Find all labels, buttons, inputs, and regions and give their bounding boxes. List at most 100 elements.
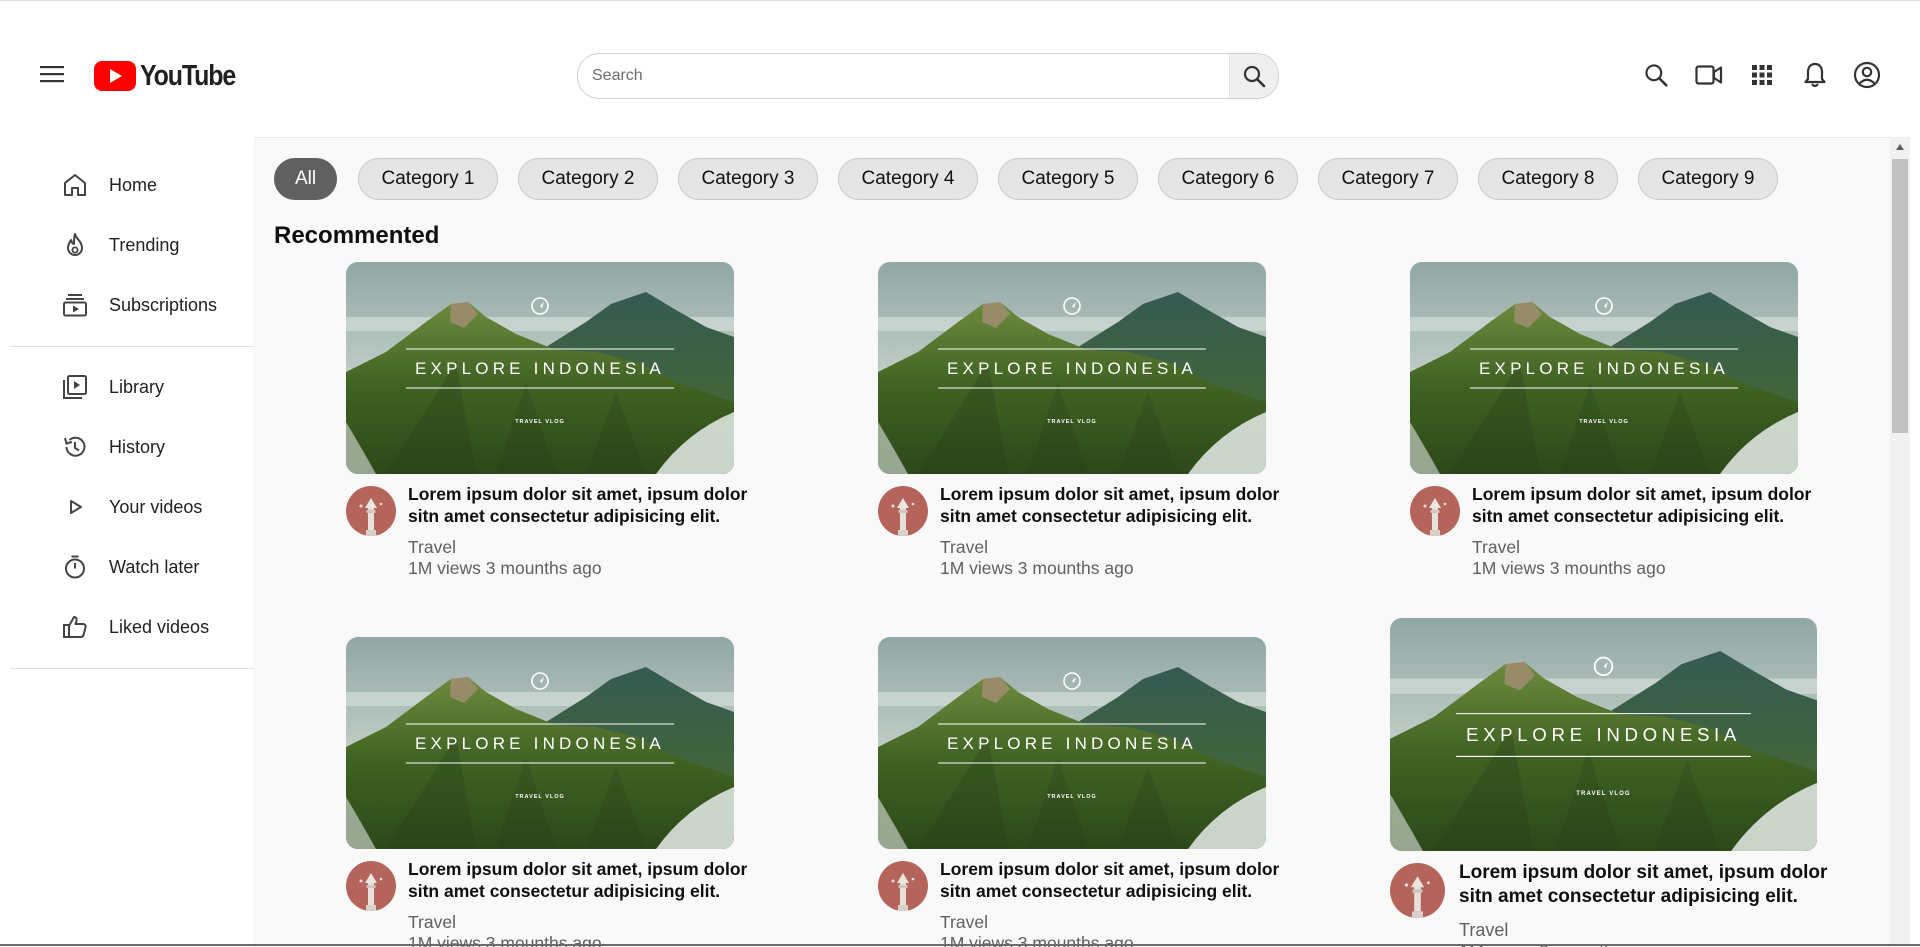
video-thumbnail[interactable]: EXPLORE INDONESIA TRAVEL VLOG	[878, 637, 1266, 849]
channel-avatar[interactable]	[878, 486, 928, 536]
menu-button[interactable]	[37, 59, 67, 89]
sidebar-item-home[interactable]: Home	[60, 165, 157, 205]
vertical-scrollbar[interactable]	[1890, 137, 1910, 946]
video-card[interactable]: EXPLORE INDONESIA TRAVEL VLOG Lorem ipsu…	[1390, 618, 1827, 947]
chip-category-5[interactable]: Category 5	[998, 158, 1138, 200]
account-button[interactable]	[1849, 57, 1885, 93]
sidebar: Home Trending Subscriptions Library Hist…	[0, 137, 254, 946]
sidebar-item-label: Trending	[109, 234, 180, 255]
video-thumbnail[interactable]: EXPLORE INDONESIA TRAVEL VLOG	[346, 637, 734, 849]
search-button[interactable]	[1229, 54, 1278, 98]
apps-button[interactable]	[1744, 57, 1780, 93]
sidebar-item-trending[interactable]: Trending	[60, 225, 179, 265]
video-thumbnail[interactable]: EXPLORE INDONESIA TRAVEL VLOG	[878, 262, 1266, 474]
subscriptions-icon	[60, 290, 90, 320]
sidebar-item-library[interactable]: Library	[60, 367, 164, 407]
chip-all[interactable]: All	[274, 158, 337, 200]
video-thumbnail[interactable]: EXPLORE INDONESIA TRAVEL VLOG	[346, 262, 734, 474]
channel-avatar[interactable]	[1390, 863, 1445, 918]
video-title[interactable]: Lorem ipsum dolor sit amet, ipsum dolor s…	[1459, 861, 1837, 909]
notifications-button[interactable]	[1797, 57, 1833, 93]
sidebar-item-watch-later[interactable]: Watch later	[60, 547, 199, 587]
search-bar	[577, 53, 1279, 99]
video-meta: 1M views 3 mounths ago	[1472, 558, 1666, 578]
menu-icon	[40, 66, 64, 83]
video-title-line: sitn amet consectetur adipisicing elit.	[1459, 885, 1798, 907]
video-meta: 1M views 3 mounths ago	[408, 558, 602, 578]
chip-category-7[interactable]: Category 7	[1318, 158, 1458, 200]
apps-grid-icon	[1752, 65, 1772, 85]
thumbnail-subtitle-text: TRAVEL VLOG	[515, 419, 565, 425]
channel-name[interactable]: Travel	[940, 912, 988, 933]
chip-category-4[interactable]: Category 4	[838, 158, 978, 200]
sidebar-item-your-videos[interactable]: Your videos	[60, 487, 202, 527]
fire-icon	[60, 230, 90, 260]
video-thumbnail[interactable]: EXPLORE INDONESIA TRAVEL VLOG	[1390, 618, 1817, 851]
play-icon	[60, 492, 90, 522]
header-search-button[interactable]	[1638, 57, 1674, 93]
thumbnail-title-text: EXPLORE INDONESIA	[1479, 359, 1729, 378]
sidebar-item-label: Home	[109, 174, 158, 195]
chip-category-8[interactable]: Category 8	[1478, 158, 1618, 200]
sidebar-item-label: Library	[109, 376, 165, 397]
video-title-line: Lorem ipsum dolor sit amet, ipsum dolor	[1472, 484, 1812, 504]
history-icon	[60, 432, 90, 462]
thumbnail-subtitle-text: TRAVEL VLOG	[515, 794, 565, 800]
thumbnail-title-text: EXPLORE INDONESIA	[415, 734, 665, 753]
video-card[interactable]: EXPLORE INDONESIA TRAVEL VLOG Lorem ipsu…	[878, 637, 1279, 947]
sidebar-item-label: History	[109, 436, 166, 457]
thumbnail-title-text: EXPLORE INDONESIA	[1466, 724, 1741, 745]
chip-category-3[interactable]: Category 3	[678, 158, 818, 200]
account-icon	[1853, 61, 1881, 89]
video-title-line: sitn amet consectetur adipisicing elit.	[940, 880, 1253, 901]
home-icon	[60, 170, 90, 200]
channel-name[interactable]: Travel	[1459, 920, 1508, 941]
video-title[interactable]: Lorem ipsum dolor sit amet, ipsum dolor s…	[408, 484, 754, 528]
channel-name[interactable]: Travel	[1472, 537, 1520, 558]
create-video-button[interactable]	[1691, 57, 1727, 93]
chip-category-6[interactable]: Category 6	[1158, 158, 1298, 200]
scrollbar-thumb[interactable]	[1892, 159, 1908, 433]
channel-avatar[interactable]	[346, 861, 396, 911]
video-card[interactable]: EXPLORE INDONESIA TRAVEL VLOG Lorem ipsu…	[346, 262, 747, 604]
channel-name[interactable]: Travel	[940, 537, 988, 558]
video-card[interactable]: EXPLORE INDONESIA TRAVEL VLOG Lorem ipsu…	[1410, 262, 1811, 604]
search-icon	[1645, 64, 1668, 87]
chip-category-2[interactable]: Category 2	[518, 158, 658, 200]
video-title[interactable]: Lorem ipsum dolor sit amet, ipsum dolor s…	[940, 484, 1286, 528]
video-thumbnail[interactable]: EXPLORE INDONESIA TRAVEL VLOG	[1410, 262, 1798, 474]
channel-avatar[interactable]	[1410, 486, 1460, 536]
channel-name[interactable]: Travel	[408, 912, 456, 933]
channel-avatar[interactable]	[346, 486, 396, 536]
video-title-line: Lorem ipsum dolor sit amet, ipsum dolor	[940, 484, 1280, 504]
thumbnail-title-text: EXPLORE INDONESIA	[947, 734, 1197, 753]
sidebar-item-label: Subscriptions	[109, 294, 218, 315]
channel-avatar[interactable]	[878, 861, 928, 911]
video-title-line: sitn amet consectetur adipisicing elit.	[408, 880, 721, 901]
video-title[interactable]: Lorem ipsum dolor sit amet, ipsum dolor s…	[1472, 484, 1818, 528]
search-input[interactable]	[578, 54, 1229, 98]
video-title-line: Lorem ipsum dolor sit amet, ipsum dolor	[1459, 862, 1828, 883]
scroll-up-arrow-icon[interactable]	[1890, 137, 1910, 157]
video-title[interactable]: Lorem ipsum dolor sit amet, ipsum dolor s…	[408, 859, 754, 903]
video-title-line: Lorem ipsum dolor sit amet, ipsum dolor	[408, 484, 748, 504]
video-card[interactable]: EXPLORE INDONESIA TRAVEL VLOG Lorem ipsu…	[346, 637, 747, 947]
youtube-logo[interactable]: YouTube	[94, 60, 251, 92]
logo-text: YouTube	[140, 59, 236, 92]
clock-icon	[60, 552, 90, 582]
chip-category-9[interactable]: Category 9	[1638, 158, 1778, 200]
sidebar-item-label: Watch later	[109, 556, 200, 577]
chip-category-1[interactable]: Category 1	[358, 158, 498, 200]
sidebar-item-liked-videos[interactable]: Liked videos	[60, 607, 209, 647]
video-card[interactable]: EXPLORE INDONESIA TRAVEL VLOG Lorem ipsu…	[878, 262, 1279, 604]
channel-name[interactable]: Travel	[408, 537, 456, 558]
video-title-line: sitn amet consectetur adipisicing elit.	[408, 505, 721, 526]
video-title[interactable]: Lorem ipsum dolor sit amet, ipsum dolor s…	[940, 859, 1286, 903]
sidebar-item-label: Your videos	[109, 496, 203, 517]
search-icon	[1243, 65, 1266, 88]
thumbs-up-icon	[60, 612, 90, 642]
video-meta: 1M views 3 mounths ago	[940, 558, 1134, 578]
sidebar-item-history[interactable]: History	[60, 427, 165, 467]
thumbnail-subtitle-text: TRAVEL VLOG	[1579, 419, 1629, 425]
sidebar-item-subscriptions[interactable]: Subscriptions	[60, 285, 217, 325]
